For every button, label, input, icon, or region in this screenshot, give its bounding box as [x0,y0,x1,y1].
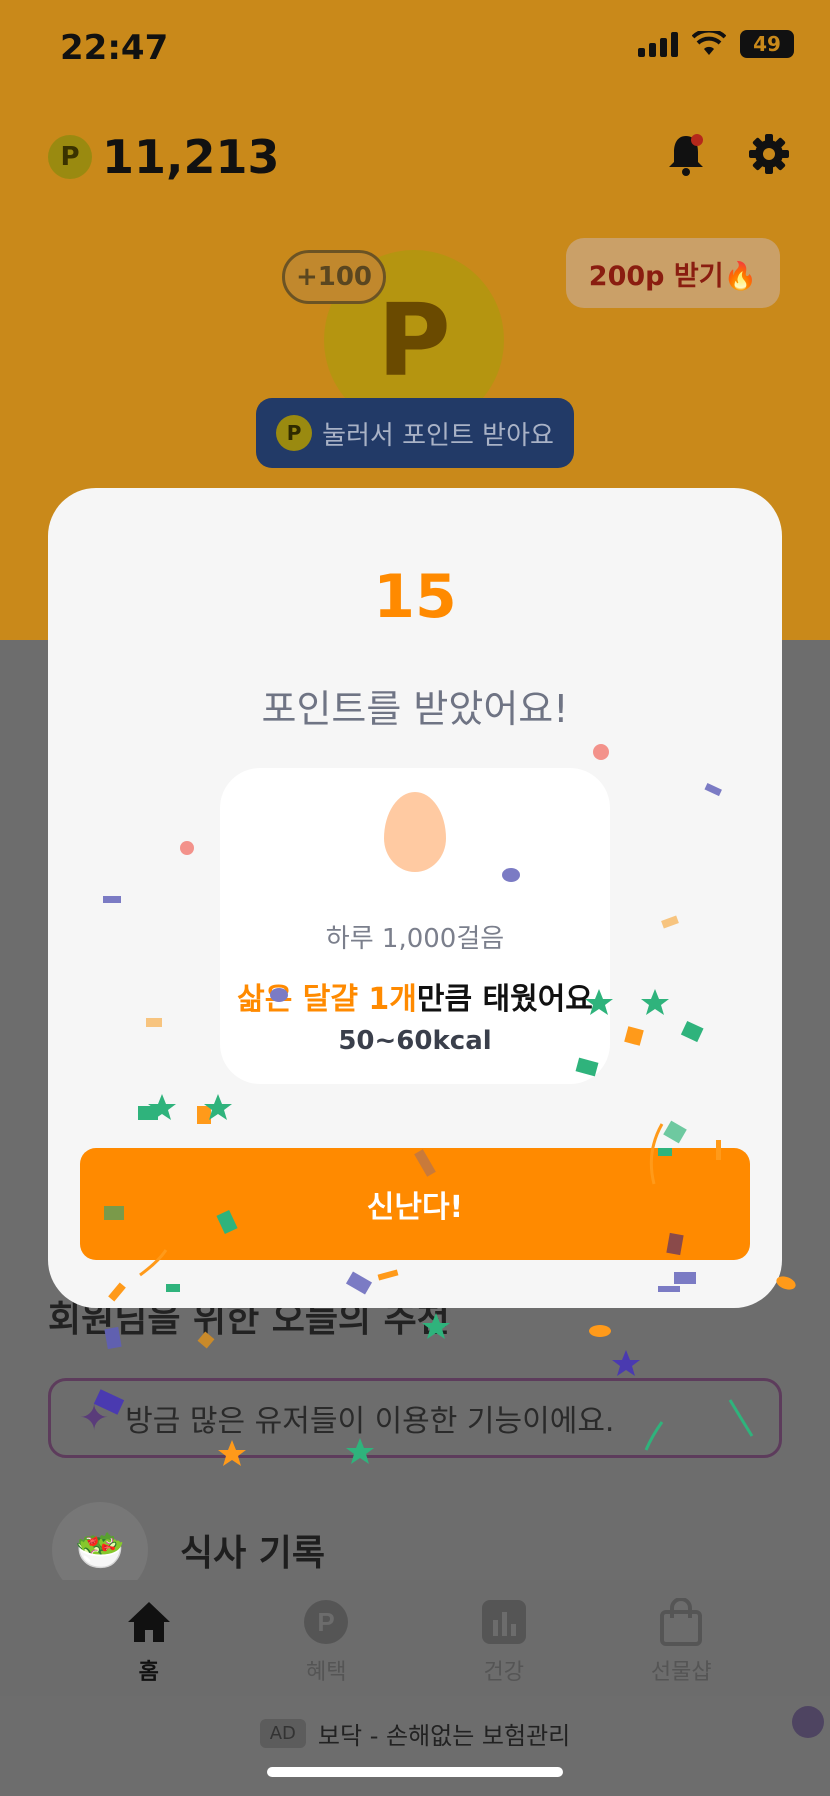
points-reward-modal: 15 포인트를 받았어요! 하루 1,000걸음 삶은 달걀 1개만큼 태웠어요… [48,488,782,1308]
tab-gift-shop-label: 선물샵 [650,1660,712,1685]
press-for-points-label: 눌러서 포인트 받아요 [322,420,554,451]
ad-banner[interactable]: AD 보닥 - 손해없는 보험관리 [0,1716,830,1751]
wifi-icon [692,31,726,55]
points-balance[interactable]: P 11,213 [48,130,280,184]
meal-record-label: 식사 기록 [180,1533,326,1574]
tab-benefits-label: 혜택 [306,1660,347,1685]
reward-points-value: 15 [373,562,457,632]
points-coin-icon: P [48,135,92,179]
press-for-points-button[interactable]: P 눌러서 포인트 받아요 [256,398,574,468]
recommend-banner[interactable]: ✦ 방금 많은 유저들이 이용한 기능이에요. [48,1378,782,1458]
svg-text:P: P [318,1607,335,1637]
points-icon: P [302,1598,350,1646]
status-icons: 49 [638,30,794,58]
recommend-banner-text: 방금 많은 유저들이 이용한 기능이에요. [125,1404,615,1439]
tab-gift-shop[interactable]: 선물샵 [621,1598,741,1696]
home-icon [125,1598,173,1646]
tab-benefits[interactable]: P 혜택 [266,1598,386,1696]
signal-icon [638,31,678,57]
points-icon: P [276,415,313,451]
chart-icon [480,1598,528,1646]
bell-icon[interactable] [666,132,706,176]
points-value: 11,213 [102,130,280,184]
tab-health[interactable]: 건강 [444,1598,564,1696]
status-time: 22:47 [60,28,169,68]
home-indicator [267,1767,563,1777]
daily-steps-text: 하루 1,000걸음 [325,924,505,954]
confirm-button[interactable]: 신난다! [80,1148,750,1260]
ad-text: 보닥 - 손해없는 보험관리 [317,1722,571,1750]
ad-tag: AD [259,1719,306,1748]
kcal-range: 50~60kcal [338,1026,492,1056]
header-actions [666,132,790,176]
bonus-points-button[interactable]: 200p 받기🔥 [566,238,780,308]
burn-comparison-text: 삶은 달걀 1개만큼 태웠어요 [220,974,610,1018]
burn-highlight: 삶은 달걀 1개 [237,982,417,1017]
reward-title: 포인트를 받았어요! [261,687,569,731]
tab-home[interactable]: 홈 [89,1598,209,1696]
gear-icon[interactable] [748,133,790,175]
status-bar: 22:47 49 [0,0,830,100]
calorie-card: 하루 1,000걸음 삶은 달걀 1개만큼 태웠어요 50~60kcal [220,768,610,1084]
shopping-bag-icon [657,1598,705,1646]
tab-home-label: 홈 [138,1660,159,1685]
tab-health-label: 건강 [483,1660,524,1685]
bottom-tab-bar: 홈 P 혜택 건강 선물샵 [0,1580,830,1696]
egg-icon [384,792,446,872]
plus-points-badge: +100 [282,250,386,304]
sparkle-icon: ✦ [79,1397,110,1439]
battery-icon: 49 [740,30,794,58]
burn-rest: 만큼 태웠어요 [416,982,593,1017]
